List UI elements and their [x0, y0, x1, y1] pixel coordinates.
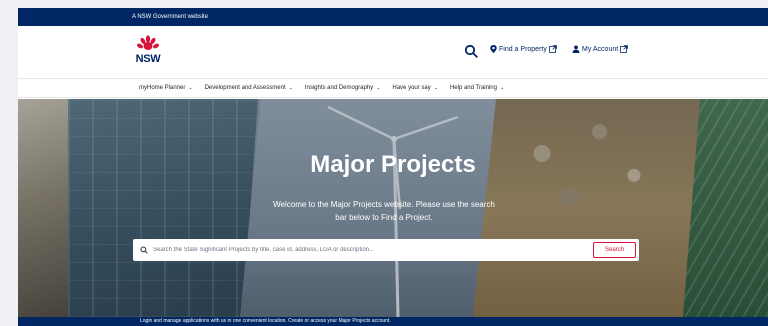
nav-item-development-and-assessment[interactable]: Development and Assessment ⌄	[205, 85, 293, 91]
nav-item-label: Help and Training	[449, 85, 497, 91]
site-header: NSW Find a Property My Account	[18, 26, 768, 78]
search-icon	[140, 246, 148, 254]
chevron-down-icon: ⌄	[288, 85, 293, 91]
main-navigation: myHome Planner ⌄ Development and Assessm…	[18, 78, 768, 98]
chevron-down-icon: ⌄	[433, 85, 438, 91]
nav-item-have-your-say[interactable]: Have your say ⌄	[392, 85, 438, 91]
project-search-bar: Search	[133, 239, 639, 261]
logo-text: NSW	[135, 53, 161, 65]
search-icon[interactable]	[464, 44, 478, 58]
external-link-icon	[620, 45, 628, 53]
masthead-text: A NSW Government website	[132, 14, 209, 20]
my-account-label: My Account	[582, 45, 619, 53]
nav-item-help-and-training[interactable]: Help and Training ⌄	[450, 85, 504, 91]
nav-item-insights-and-demography[interactable]: Insights and Demography ⌄	[305, 85, 381, 91]
hero-banner: Major Projects Welcome to the Major Proj…	[18, 99, 768, 317]
account-info-banner: Login and manage applications with us in…	[18, 317, 768, 326]
user-icon	[572, 45, 580, 53]
nav-item-myhome-planner[interactable]: myHome Planner ⌄	[139, 85, 193, 91]
search-button[interactable]: Search	[593, 242, 636, 258]
nav-item-label: myHome Planner	[139, 85, 186, 91]
page: A NSW Government website NSW Find a Prop…	[18, 8, 768, 326]
banner-text: Login and manage applications with us in…	[140, 318, 391, 324]
hero-subtitle: Welcome to the Major Projects website. P…	[273, 200, 495, 222]
find-property-label: Find a Property	[499, 45, 547, 53]
chevron-down-icon: ⌄	[188, 85, 193, 91]
chevron-down-icon: ⌄	[499, 85, 505, 91]
government-masthead: A NSW Government website	[18, 8, 768, 26]
external-link-icon	[549, 45, 557, 53]
nsw-logo[interactable]: NSW	[133, 35, 163, 69]
project-search-input[interactable]	[153, 247, 583, 253]
nav-item-label: Development and Assessment	[204, 85, 286, 91]
nav-item-label: Have your say	[392, 85, 431, 91]
location-pin-icon	[490, 45, 497, 53]
page-title: Major Projects	[310, 151, 476, 178]
my-account-link[interactable]: My Account	[572, 45, 628, 53]
nav-item-label: Insights and Demography	[304, 85, 374, 91]
waratah-icon	[137, 35, 159, 50]
find-property-link[interactable]: Find a Property	[490, 45, 557, 53]
chevron-down-icon: ⌄	[376, 85, 381, 91]
